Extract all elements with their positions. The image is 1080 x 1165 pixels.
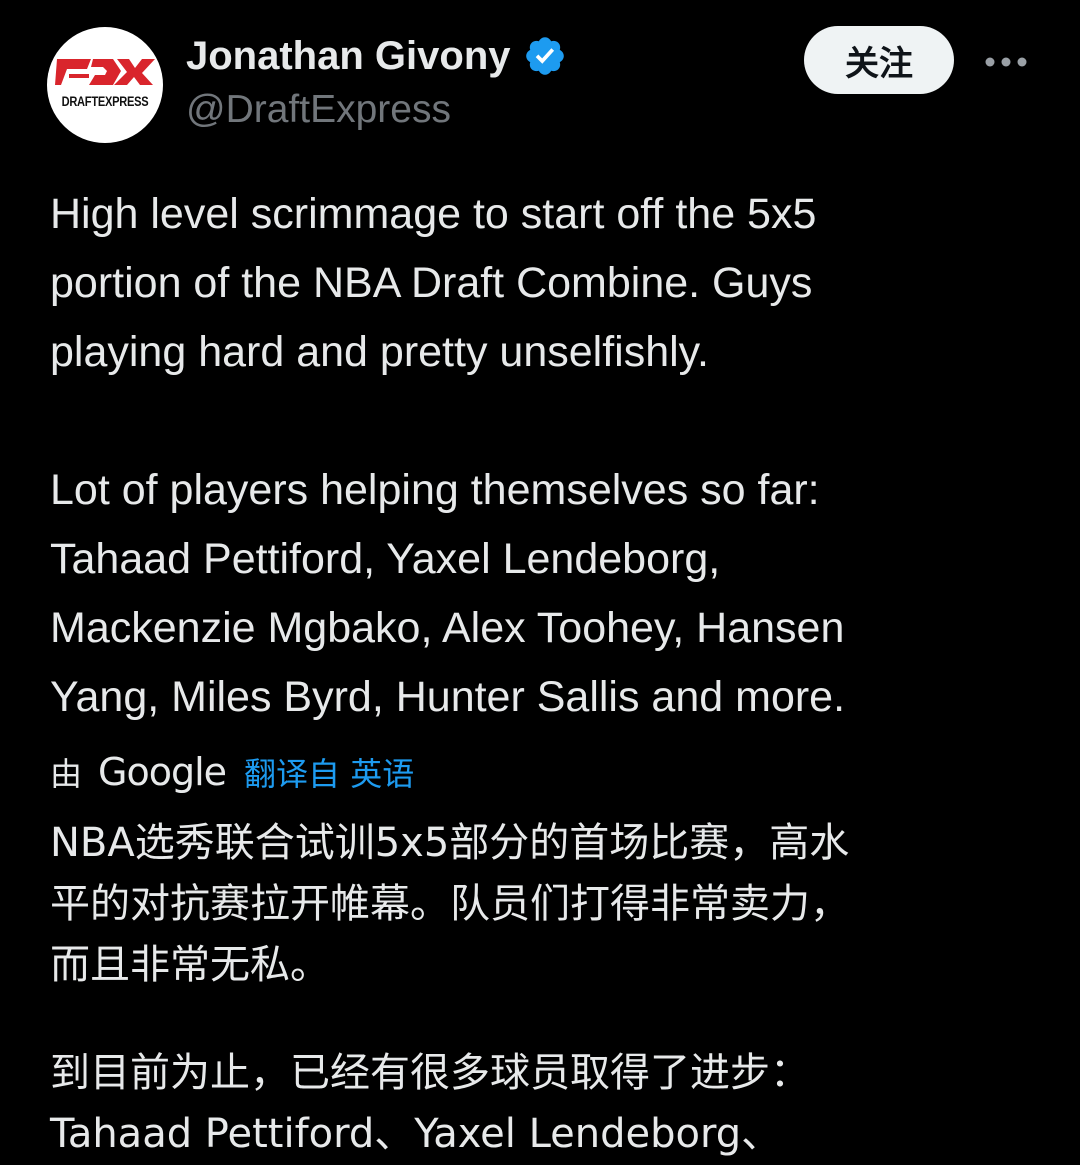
draftexpress-logo <box>55 59 155 85</box>
author-name-row: Jonathan Givony <box>186 31 567 81</box>
avatar[interactable]: DRAFTEXPRESS <box>47 27 163 143</box>
avatar-logo-text: DRAFTEXPRESS <box>61 94 149 109</box>
follow-button[interactable]: 关注 <box>804 26 954 94</box>
translated-text-paragraph-2: 到目前为止，已经有很多球员取得了进步： Tahaad Pettiford、Yax… <box>50 1050 810 1157</box>
tweet-text-paragraph-1: High level scrimmage to start off the 5x… <box>50 190 817 376</box>
translated-text-paragraph-1: NBA选秀联合试训5x5部分的首场比赛，高水 平的对抗赛拉开帷幕。队员们打得非常… <box>50 820 850 988</box>
author-display-name[interactable]: Jonathan Givony <box>186 34 511 79</box>
translation-attribution: 由 Google 翻译自 英语 <box>50 744 414 800</box>
author-handle[interactable]: @DraftExpress <box>186 88 451 132</box>
google-logo: Google <box>98 750 227 794</box>
verified-badge-icon <box>525 37 564 75</box>
tweet-text-paragraph-2: Lot of players helping themselves so far… <box>50 466 846 721</box>
more-button[interactable] <box>978 42 1034 82</box>
translation-prefix: 由 <box>50 755 83 793</box>
translated-from-link[interactable]: 翻译自 英语 <box>244 749 414 795</box>
more-horizontal-icon <box>985 57 1027 67</box>
